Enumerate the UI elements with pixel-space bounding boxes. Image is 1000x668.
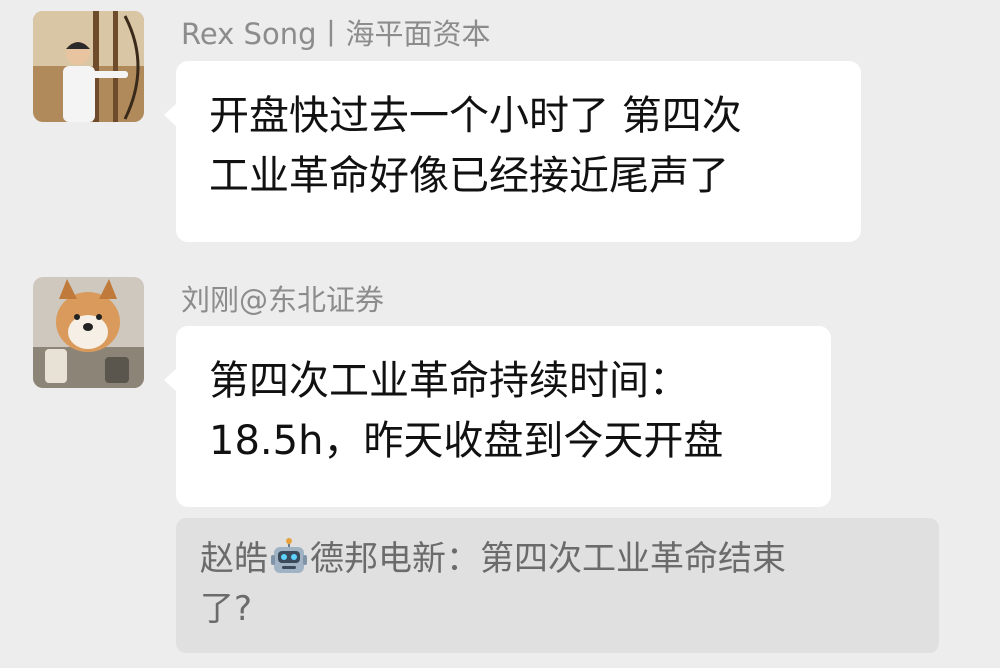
message-bubble[interactable]: 第四次工业革命持续时间： 18.5h，昨天收盘到今天开盘 [164,326,831,507]
message-bubble[interactable]: 开盘快过去一个小时了 第四次 工业革命好像已经接近尾声了 [164,61,861,242]
sender-name: 刘刚@东北证券 [181,283,385,317]
message-text-line: 18.5h，昨天收盘到今天开盘 [209,418,724,464]
message-text-line: 第四次工业革命持续时间： [209,358,689,404]
message-text-line: 开盘快过去一个小时了 第四次 [209,93,742,139]
quote-author-affiliation: 德邦电新： [310,539,480,579]
sender-name: Rex Song丨海平面资本 [181,17,491,51]
quote-text-line: 了? [200,589,253,629]
quote-text: 第四次工业革命结束 [480,539,786,579]
robot-face-icon [270,538,308,576]
quote-author: 赵皓 [200,539,268,579]
message-text-line: 工业革命好像已经接近尾声了 [209,153,729,199]
avatar-liu-gang[interactable] [33,277,144,388]
avatar-rex-song[interactable] [33,11,144,122]
quoted-message[interactable]: 赵皓 德邦电新：第四次工业革命结束 了? [176,518,939,653]
